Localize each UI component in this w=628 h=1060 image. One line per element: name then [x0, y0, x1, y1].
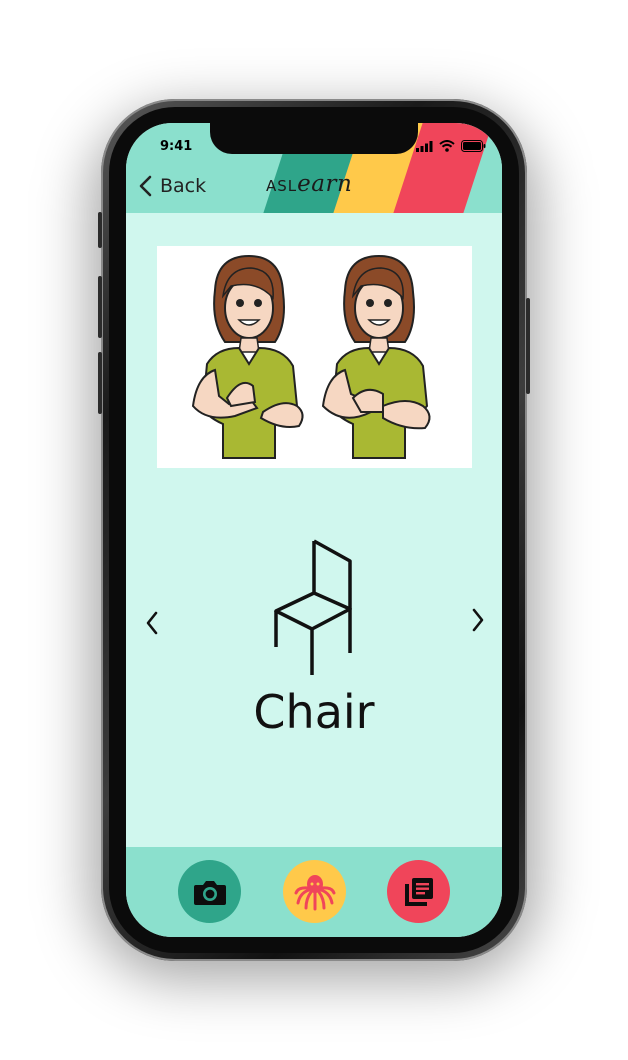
power-button [526, 298, 530, 394]
next-word-button[interactable] [470, 607, 486, 633]
previous-word-button[interactable] [144, 610, 160, 636]
app-screen: Back ASLearn 9:41 Chair [126, 123, 502, 937]
tab-bar [126, 847, 502, 937]
status-time: 9:41 [160, 139, 193, 154]
signer-right [321, 254, 431, 459]
app-logo: ASLearn [266, 171, 352, 197]
wifi-icon [439, 140, 455, 152]
word-label: Chair [253, 685, 375, 739]
battery-icon [461, 140, 486, 152]
signer-left [191, 254, 304, 459]
sign-illustration-drawing [191, 254, 431, 459]
notch [210, 123, 418, 154]
mute-switch [98, 212, 102, 248]
chevron-left-icon [139, 175, 152, 197]
logo-suffix: earn [297, 171, 353, 197]
sign-illustration [157, 246, 472, 468]
octopus-icon [294, 874, 335, 910]
book-icon [404, 877, 433, 906]
tab-octopus[interactable] [283, 860, 346, 923]
chair-icon [274, 539, 352, 675]
volume-up-button [98, 276, 102, 338]
volume-down-button [98, 352, 102, 414]
tab-dictionary[interactable] [387, 860, 450, 923]
status-icons [416, 140, 486, 152]
tab-camera[interactable] [178, 860, 241, 923]
logo-prefix: ASL [266, 177, 298, 195]
camera-icon [193, 880, 226, 905]
signal-icon [416, 140, 433, 152]
back-button[interactable]: Back [138, 175, 206, 197]
back-label: Back [160, 175, 207, 197]
